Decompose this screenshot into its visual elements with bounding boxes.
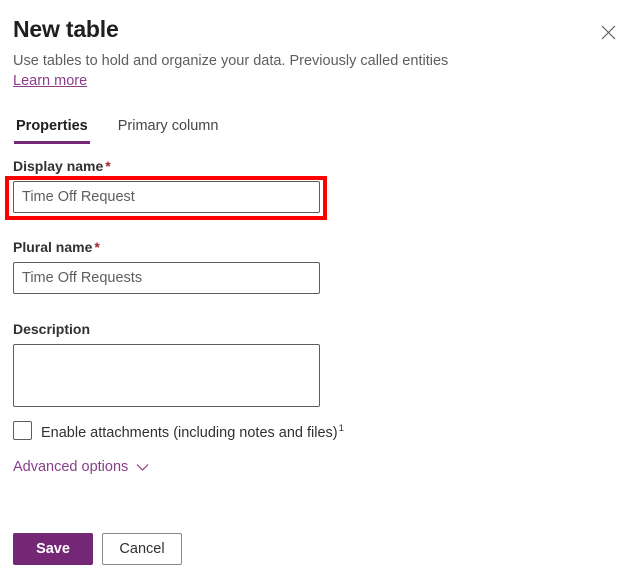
save-button[interactable]: Save bbox=[13, 533, 93, 565]
panel-footer: Save Cancel bbox=[13, 533, 182, 565]
advanced-options-toggle[interactable]: Advanced options bbox=[13, 457, 149, 477]
cancel-button[interactable]: Cancel bbox=[102, 533, 182, 565]
display-name-required-marker: * bbox=[105, 158, 110, 174]
plural-name-required-marker: * bbox=[94, 239, 99, 255]
page-title: New table bbox=[13, 14, 573, 44]
advanced-options-label: Advanced options bbox=[13, 457, 128, 477]
tab-properties[interactable]: Properties bbox=[14, 116, 90, 144]
plural-name-input[interactable] bbox=[13, 262, 320, 294]
display-name-input[interactable] bbox=[13, 181, 320, 213]
description-label: Description bbox=[13, 319, 333, 339]
close-icon bbox=[601, 25, 616, 40]
new-table-panel: New table Use tables to hold and organiz… bbox=[0, 0, 636, 588]
tab-primary-column[interactable]: Primary column bbox=[116, 116, 221, 144]
description-textarea[interactable] bbox=[13, 344, 320, 407]
enable-attachments-footnote: 1 bbox=[339, 423, 344, 434]
plural-name-field: Plural name* bbox=[13, 237, 333, 294]
description-field: Description bbox=[13, 319, 333, 407]
enable-attachments-checkbox-row[interactable]: Enable attachments (including notes and … bbox=[13, 419, 344, 443]
chevron-down-icon bbox=[136, 463, 149, 472]
display-name-label-text: Display name bbox=[13, 158, 103, 174]
display-name-field: Display name* bbox=[13, 156, 333, 213]
plural-name-label: Plural name* bbox=[13, 237, 333, 257]
enable-attachments-label-text: Enable attachments (including notes and … bbox=[41, 425, 338, 441]
enable-attachments-label: Enable attachments (including notes and … bbox=[41, 419, 344, 443]
plural-name-label-text: Plural name bbox=[13, 239, 92, 255]
learn-more-link[interactable]: Learn more bbox=[13, 73, 87, 89]
display-name-label: Display name* bbox=[13, 156, 333, 176]
close-button[interactable] bbox=[592, 16, 624, 48]
table-properties-form: Display name* Plural name* Description bbox=[13, 156, 333, 407]
panel-header: New table Use tables to hold and organiz… bbox=[13, 14, 573, 90]
panel-subtitle: Use tables to hold and organize your dat… bbox=[13, 50, 573, 72]
enable-attachments-checkbox[interactable] bbox=[13, 421, 32, 440]
panel-tabs: Properties Primary column bbox=[14, 116, 220, 144]
